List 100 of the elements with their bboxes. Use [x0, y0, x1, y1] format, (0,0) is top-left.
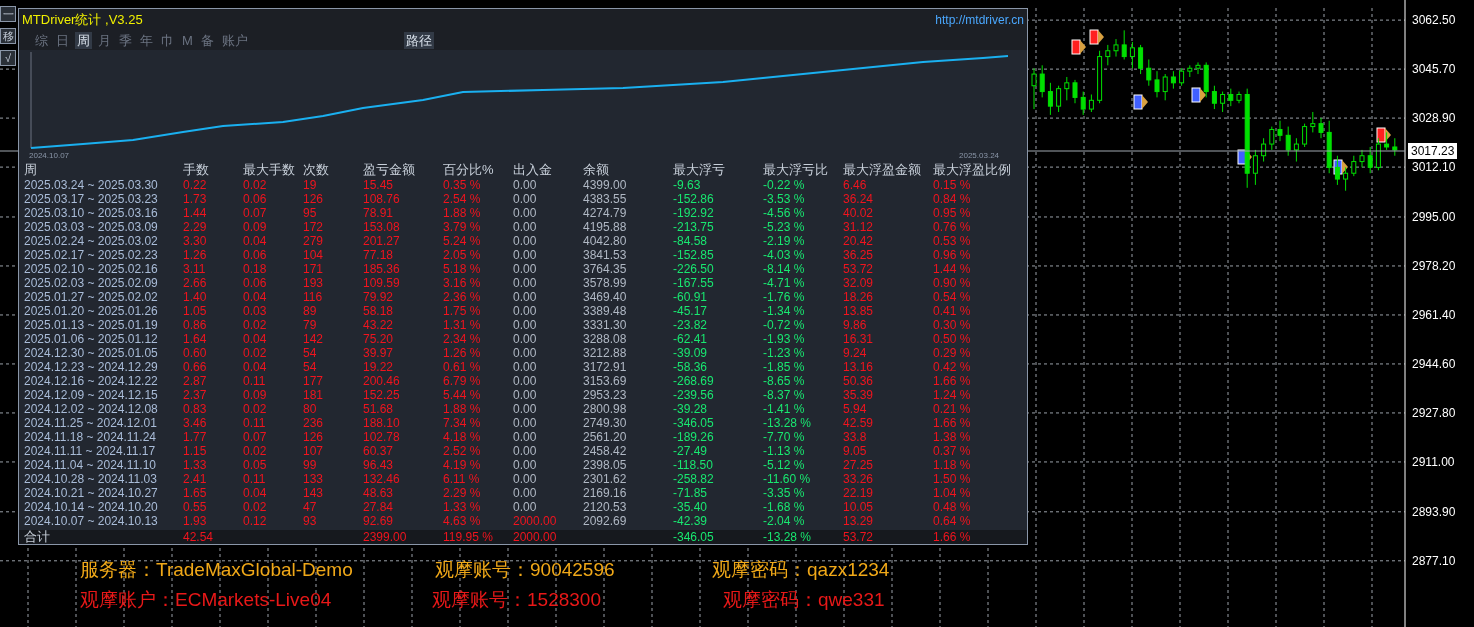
table-cell-text: 6.79 %	[443, 374, 482, 388]
table-cell-text: 2024.11.18 ~ 2024.11.24	[24, 430, 157, 444]
table-cell-text: 3.11	[183, 262, 207, 276]
table-cell-text: 2169.16	[583, 486, 628, 500]
candle	[1195, 61, 1201, 75]
total-label: 合计	[24, 530, 51, 544]
candle	[1039, 64, 1045, 98]
table-cell-text: 0.00	[513, 346, 538, 360]
candle	[1203, 61, 1209, 98]
table-cell-text: -152.86	[673, 192, 715, 206]
table-cell-text: 0.60	[183, 346, 208, 360]
trade-marker-icon	[1089, 29, 1104, 45]
tab[interactable]: M	[180, 31, 195, 49]
table-cell-text: 1.24 %	[933, 388, 972, 402]
price-label: 2995.00	[1412, 209, 1456, 224]
table-cell-text: -39.28	[673, 402, 709, 416]
tab[interactable]: 巾	[159, 31, 176, 49]
table-cell-text: 2024.11.11 ~ 2024.11.17	[24, 444, 157, 458]
candle	[1228, 88, 1234, 107]
price-label: 3028.90	[1412, 111, 1456, 126]
table-cell-text: 0.02	[243, 500, 268, 514]
table-cell-text: 0.00	[513, 458, 538, 472]
table-cell-text: -8.65 %	[763, 374, 806, 388]
toolbar-button[interactable]: √	[0, 50, 16, 66]
table-cell-text: 0.04	[243, 486, 268, 500]
table-cell-text: -3.35 %	[763, 486, 806, 500]
tab[interactable]: 备	[198, 31, 216, 49]
table-cell-text: 0.00	[513, 192, 538, 206]
table-cell-text: -11.60 %	[763, 472, 812, 486]
table-cell-text: 3.46	[183, 416, 208, 430]
table-cell-text: -0.72 %	[763, 318, 806, 332]
candle	[1293, 137, 1299, 163]
table-cell-text: 4.63 %	[443, 514, 482, 528]
toolbar-button[interactable]: 一	[0, 6, 16, 22]
table-cell-text: 2025.03.24 ~ 2025.03.30	[24, 178, 159, 192]
table-cell-text: 107	[303, 444, 325, 458]
current-price-label: 3017.23	[1408, 143, 1458, 159]
table-cell-text: 2024.12.23 ~ 2024.12.29	[24, 360, 159, 374]
table-cell-text: 188.10	[363, 416, 401, 430]
tab[interactable]: 月	[96, 31, 113, 49]
table-cell-text: 2458.42	[583, 444, 628, 458]
table-cell-text: 9.86	[843, 318, 868, 332]
trade-marker-icon	[1376, 127, 1391, 143]
table-cell-text: 119.95 %	[443, 530, 494, 544]
table-cell-text: 2749.30	[583, 416, 628, 430]
table-cell-text: -239.56	[673, 388, 715, 402]
table-cell-text: 0.03	[243, 304, 268, 318]
table-cell-text: 0.64 %	[933, 514, 972, 528]
path-button[interactable]: 路径	[403, 31, 434, 49]
table-cell-text: 95	[303, 206, 318, 220]
candle	[1236, 91, 1242, 104]
price-label: 2893.90	[1412, 504, 1456, 519]
table-cell-text: 35.39	[843, 388, 875, 402]
table-cell-text: 0.00	[513, 304, 538, 318]
table-cell-text: 177	[303, 374, 325, 388]
table-cell-text: 126	[303, 430, 325, 444]
table-cell-text: 0.86	[183, 318, 208, 332]
table-cell-text: 33.26	[843, 472, 875, 486]
table-cell-text: 0.04	[243, 234, 268, 248]
table-cell-text: 0.53 %	[933, 234, 972, 248]
candle	[1252, 149, 1258, 186]
price-label: 3045.70	[1412, 62, 1456, 77]
candle	[1220, 91, 1226, 113]
table-cell-text: -84.58	[673, 234, 709, 248]
table-cell-text: 0.96 %	[933, 248, 972, 262]
table-cell-text: 36.25	[843, 248, 875, 262]
tab[interactable]: 季	[117, 31, 134, 49]
table-cell-text: 1.73	[183, 192, 208, 206]
table-cell-text: 31.12	[843, 220, 875, 234]
tab[interactable]: 综	[33, 31, 50, 49]
tab[interactable]: 年	[138, 31, 155, 49]
table-cell-text: 5.24 %	[443, 234, 482, 248]
table-cell-text: 9.24	[843, 346, 868, 360]
table-cell-text: -346.05	[673, 416, 715, 430]
column-header: 最大浮亏	[673, 162, 726, 178]
table-cell-text: 93	[303, 514, 318, 528]
table-cell-text: 0.50 %	[933, 332, 972, 346]
table-cell-text: 7.34 %	[443, 416, 482, 430]
table-cell-text: 116	[303, 290, 324, 304]
table-cell-text: 1.26	[183, 248, 208, 262]
table-cell-text: 2024.11.04 ~ 2024.11.10	[24, 458, 157, 472]
toolbar-button[interactable]: 移	[0, 28, 16, 44]
table-cell-text: -1.23 %	[763, 346, 806, 360]
table-cell-text: 0.61 %	[443, 360, 482, 374]
table-cell-text: 0.22	[183, 178, 208, 192]
table-cell-text: 0.04	[243, 290, 268, 304]
table-cell-text: 1.05	[183, 304, 208, 318]
table-cell-text: 2800.98	[583, 402, 628, 416]
tab[interactable]: 账户	[219, 31, 250, 49]
website-link[interactable]: http://mtdriver.cn	[935, 10, 1024, 29]
table-cell-text: 19.22	[363, 360, 395, 374]
table-cell-text: 4.19 %	[443, 458, 482, 472]
table-cell-text: -5.12 %	[763, 458, 806, 472]
tab[interactable]: 日	[54, 31, 71, 49]
tab[interactable]: 周	[75, 31, 92, 49]
table-cell-text: 6.46	[843, 178, 868, 192]
table-cell-text: 2000.00	[513, 514, 558, 528]
table-cell-text: -13.28 %	[763, 416, 813, 430]
table-cell-text: 0.02	[243, 444, 268, 458]
table-cell-text: 0.09	[243, 220, 268, 234]
